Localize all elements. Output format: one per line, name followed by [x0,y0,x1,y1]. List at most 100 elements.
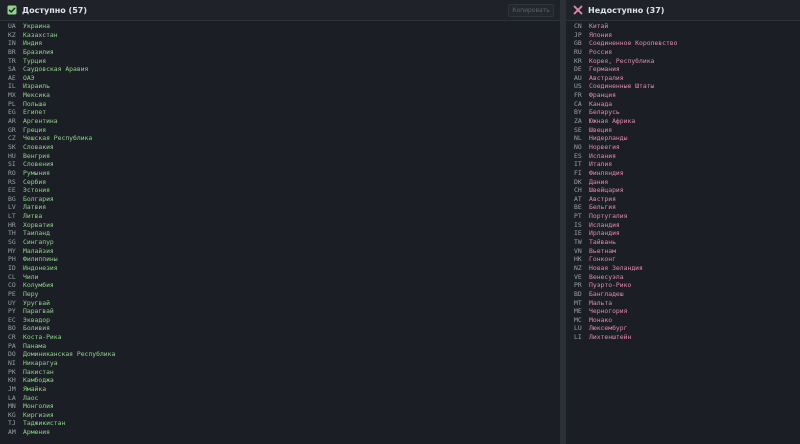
unavailable-panel: Недоступно (37) CN Китай JP Япония GB Соедине… [566,0,800,444]
list-item: RO Румыния [0,169,560,178]
country-code: JP [574,30,582,39]
list-item: BY Беларусь [566,108,800,117]
list-item: BG Болгария [0,195,560,204]
country-code: MY [8,246,16,255]
list-item: SI Словения [0,160,560,169]
country-code: NO [574,142,582,151]
country-name: Норвегия [589,142,620,151]
country-code: KH [8,376,16,385]
list-item: BO Боливия [0,324,560,333]
country-code: RS [8,177,16,186]
list-item: TJ Таджикистан [0,419,560,428]
country-code: SI [8,160,16,169]
country-code: PE [8,289,16,298]
list-item: RU Россия [566,48,800,57]
list-item: PL Польша [0,100,560,109]
country-code: AU [574,73,582,82]
country-code: FI [574,168,582,177]
country-code: EC [8,315,16,324]
available-header: Доступно (57) Копировать [0,0,560,21]
country-code: GR [8,125,16,134]
country-name: Мальта [589,298,613,307]
country-name: Вьетнам [589,246,616,255]
country-name: Боливия [23,324,50,333]
country-name: Армения [23,428,50,437]
country-code: PR [574,281,582,290]
available-list: UA Украина KZ Казахстан IN Индия BR Бразилия TR Т… [0,21,560,437]
copy-button[interactable]: Копировать [508,4,554,17]
country-name: Чешская Республика [23,134,93,143]
list-item: MN Монголия [0,402,560,411]
country-code: SK [8,142,16,151]
available-title: Доступно (57) [22,5,87,15]
country-name: Румыния [23,168,50,177]
country-name: Индонезия [23,263,58,272]
country-code: NI [8,358,16,367]
list-item: MY Малайзия [0,247,560,256]
country-name: Латвия [23,203,47,212]
list-item: LV Латвия [0,203,560,212]
list-item: IT Италия [566,160,800,169]
country-name: Соединенное Королевство [589,39,678,48]
list-item: IN Индия [0,39,560,48]
country-name: Бразилия [23,47,54,56]
country-name: Аргентина [23,117,58,126]
country-name: Лихтенштейн [589,333,632,342]
country-code: LU [574,324,582,333]
country-code: AE [8,73,16,82]
list-item: KZ Казахстан [0,31,560,40]
list-item: AT Австрия [566,195,800,204]
check-square-icon [6,5,17,16]
country-name: Эстония [23,186,50,195]
country-name: Казахстан [23,30,58,39]
country-name: Перу [23,289,39,298]
country-name: Монголия [23,402,54,411]
country-name: Россия [589,47,613,56]
country-name: Италия [589,160,613,169]
country-code: KZ [8,30,16,39]
list-item: NZ Новая Зеландия [566,264,800,273]
country-name: Парагвай [23,307,54,316]
country-name: Бельгия [589,203,616,212]
country-code: NZ [574,263,582,272]
country-name: Австралия [589,73,624,82]
list-item: EE Эстония [0,186,560,195]
country-code: UA [8,22,16,30]
country-name: Словакия [23,142,54,151]
country-name: Таиланд [23,229,50,238]
country-name: Египет [23,108,47,117]
list-item: KR Корея, Республика [566,57,800,66]
country-code: ME [574,307,582,316]
country-name: Коста-Рика [23,333,62,342]
list-item: UA Украина [0,22,560,31]
list-item: BE Бельгия [566,203,800,212]
country-code: PK [8,367,16,376]
country-name: Швейцария [589,186,624,195]
country-code: VE [574,272,582,281]
country-code: RO [8,168,16,177]
country-name: Нидерланды [589,134,628,143]
list-item: CH Швейцария [566,186,800,195]
list-item: HU Венгрия [0,152,560,161]
country-name: Польша [23,99,47,108]
list-item: SK Словакия [0,143,560,152]
list-item: CO Колумбия [0,281,560,290]
country-name: Никарагуа [23,358,58,367]
list-item: LT Литва [0,212,560,221]
list-item: DE Германия [566,65,800,74]
country-name: Пакистан [23,367,54,376]
country-name: Люксембург [589,324,628,333]
country-name: Финляндия [589,168,624,177]
country-name: Сербия [23,177,47,186]
app-root: Доступно (57) Копировать UA Украина KZ Каза… [0,0,800,444]
country-name: Сингапур [23,238,54,247]
country-code: BO [8,324,16,333]
country-code: PH [8,255,16,264]
list-item: EG Египет [0,108,560,117]
list-item: EC Эквадор [0,316,560,325]
country-code: PY [8,307,16,316]
list-item: LU Люксембург [566,324,800,333]
list-item: KH Камбоджа [0,376,560,385]
country-code: RU [574,47,582,56]
list-item: JP Япония [566,31,800,40]
